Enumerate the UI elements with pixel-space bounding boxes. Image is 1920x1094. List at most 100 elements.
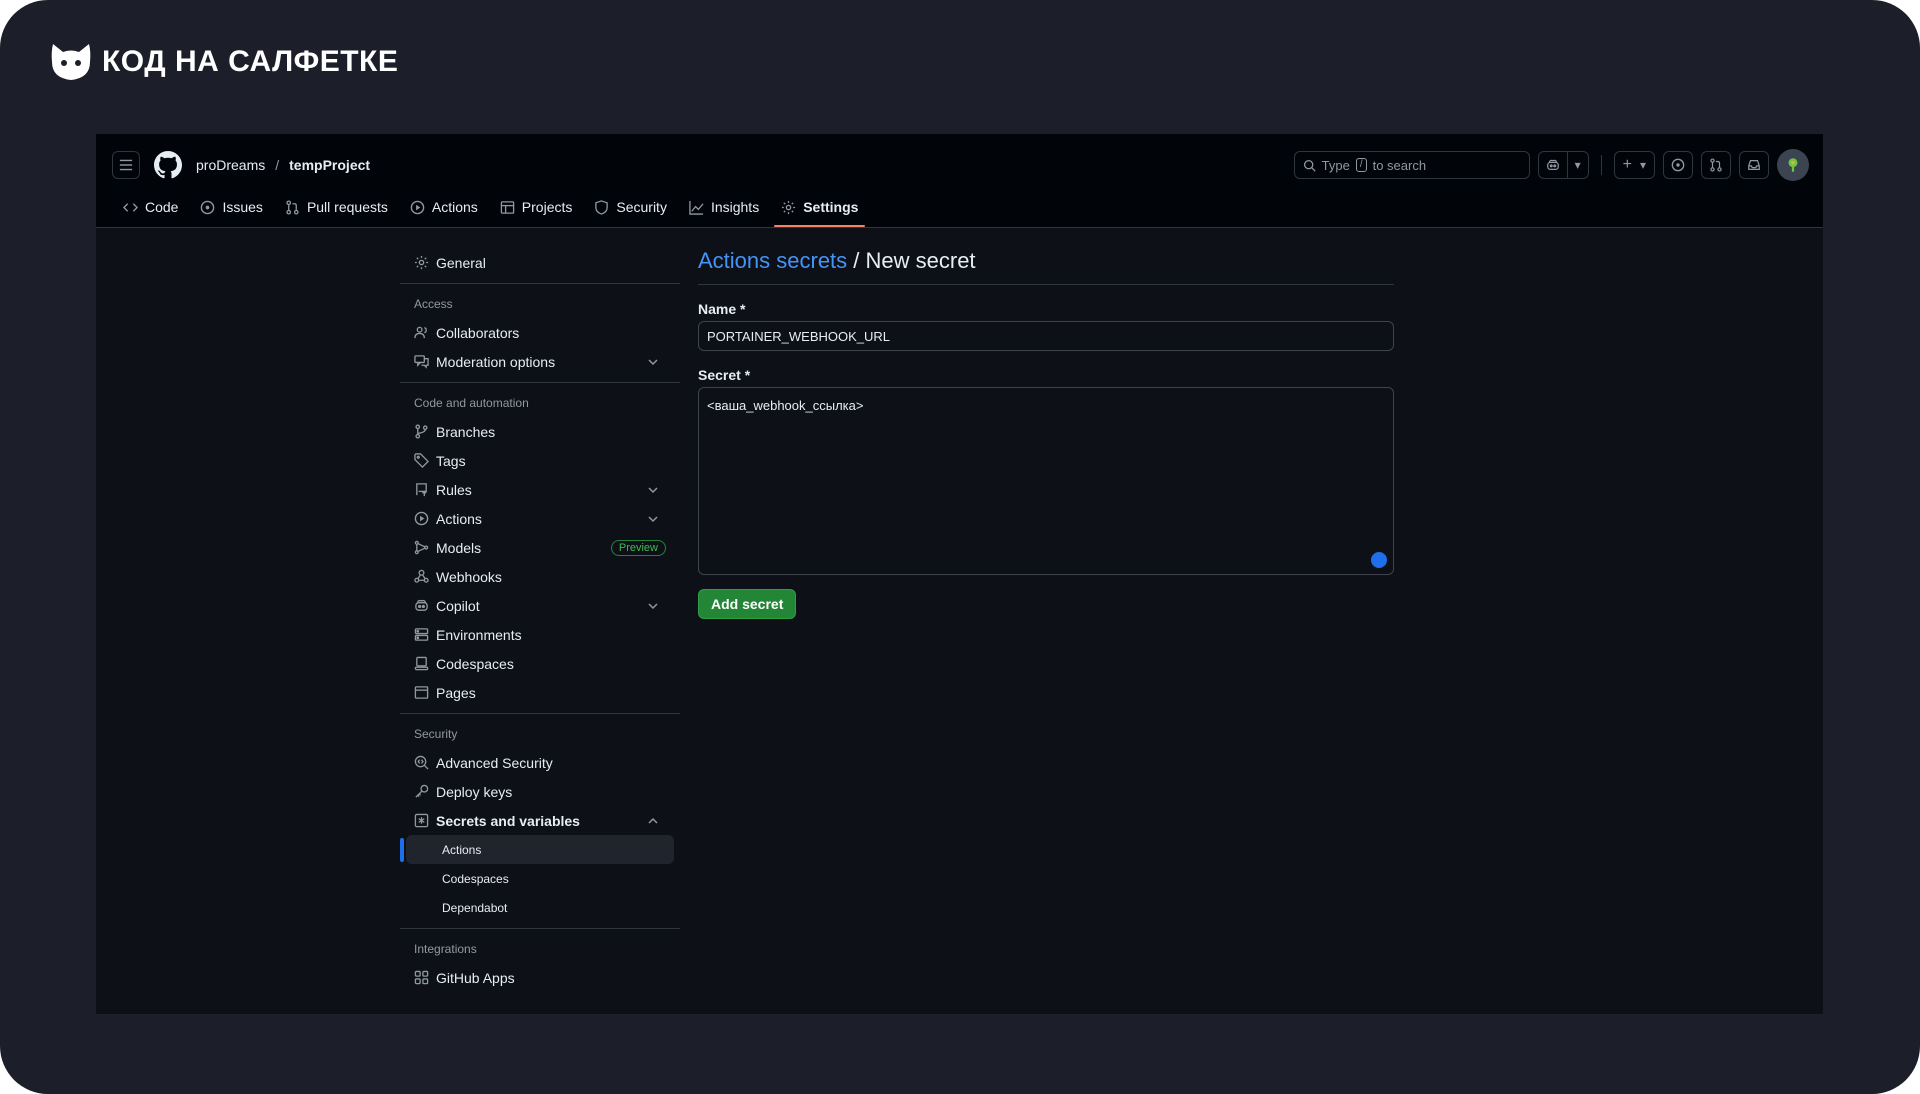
breadcrumb: proDreams / tempProject: [196, 157, 370, 173]
secret-name-input[interactable]: PORTAINER_WEBHOOK_URL: [698, 321, 1394, 351]
tab-settings[interactable]: Settings: [770, 187, 869, 227]
sidebar-item-collaborators[interactable]: Collaborators: [400, 318, 680, 347]
repo-header: proDreams / tempProject Type / to search: [96, 134, 1823, 228]
sidebar-subitem-dependabot[interactable]: Dependabot: [406, 893, 674, 922]
chevron-down-icon: [648, 515, 658, 522]
sidebar-item-label: Collaborators: [436, 324, 520, 341]
create-new-button[interactable]: + ▾: [1613, 151, 1655, 179]
chevron-down-icon: [648, 602, 658, 609]
gear-icon: [782, 200, 796, 214]
tab-pull-requests[interactable]: Pull requests: [274, 187, 399, 227]
codescan-icon: [414, 755, 429, 770]
gear-icon: [414, 255, 429, 270]
actions-secrets-link[interactable]: Actions secrets: [698, 248, 847, 273]
sidebar-item-webhooks[interactable]: Webhooks: [400, 562, 680, 591]
sidebar-item-label: Deploy keys: [436, 783, 513, 800]
tab-insights[interactable]: Insights: [678, 187, 770, 227]
github-logo-icon[interactable]: [154, 151, 182, 179]
pull-request-icon: [1710, 158, 1722, 172]
key-icon: [415, 784, 429, 798]
sidebar-subitem-label: Codespaces: [442, 871, 509, 886]
chevron-down-icon: [648, 358, 658, 365]
secret-value-text: <ваша_webhook_ссылка>: [707, 398, 864, 413]
search-shortcut-key: /: [1355, 158, 1367, 172]
sidebar-item-actions[interactable]: Actions: [400, 504, 680, 533]
search-suffix: to search: [1372, 157, 1427, 173]
browser-screen: proDreams / tempProject Type / to search: [96, 134, 1823, 1014]
sidebar-item-models[interactable]: Models Preview: [400, 533, 680, 562]
tab-security[interactable]: Security: [583, 187, 678, 227]
sidebar-subitem-actions[interactable]: Actions: [400, 835, 674, 864]
outer-frame: КОД НА САЛФЕТКЕ proDreams / tempProject …: [0, 0, 1920, 1094]
selected-indicator: [400, 837, 404, 862]
sidebar-item-label: Models: [436, 539, 482, 556]
webhook-icon: [414, 569, 429, 583]
tab-label: Code: [145, 199, 179, 215]
tab-label: Projects: [521, 199, 573, 215]
preview-badge: Preview: [610, 539, 666, 556]
copilot-button[interactable]: ▾: [1537, 151, 1589, 179]
grammar-check-icon[interactable]: [1371, 552, 1387, 568]
tab-actions[interactable]: Actions: [399, 187, 489, 227]
avatar[interactable]: [1777, 149, 1809, 181]
owner-link[interactable]: proDreams: [196, 157, 265, 173]
code-icon: [123, 202, 138, 212]
sidebar-item-rules[interactable]: Rules: [400, 475, 680, 504]
pull-requests-button[interactable]: [1701, 151, 1731, 179]
tab-label: Security: [616, 199, 667, 215]
avatar-icon: [1788, 158, 1798, 172]
key-asterisk-icon: [414, 813, 429, 828]
repo-link[interactable]: tempProject: [289, 157, 370, 173]
inbox-icon: [1748, 160, 1760, 170]
add-secret-button[interactable]: Add secret: [698, 589, 797, 619]
sidebar-item-deploy-keys[interactable]: Deploy keys: [400, 777, 680, 806]
tab-label: Issues: [222, 199, 263, 215]
tab-issues[interactable]: Issues: [189, 187, 273, 227]
secret-value-textarea[interactable]: <ваша_webhook_ссылка>: [698, 387, 1394, 575]
sidebar-item-pages[interactable]: Pages: [400, 678, 680, 707]
settings-sidebar: General Access Collaborators Moderation …: [400, 248, 680, 992]
tab-label: Pull requests: [306, 199, 388, 215]
sidebar-item-branches[interactable]: Branches: [400, 417, 680, 446]
issue-icon: [201, 200, 215, 214]
chevron-down-icon: [648, 486, 658, 493]
codespaces-icon: [414, 656, 429, 671]
search-input[interactable]: Type / to search: [1293, 151, 1530, 179]
sidebar-item-label: Codespaces: [436, 655, 514, 672]
sidebar-subitem-codespaces[interactable]: Codespaces: [406, 864, 674, 893]
plus-icon: +: [1622, 156, 1632, 173]
tab-code[interactable]: Code: [112, 187, 189, 227]
sidebar-item-label: Advanced Security: [436, 754, 553, 771]
comment-discussion-icon: [414, 355, 429, 369]
tab-projects[interactable]: Projects: [489, 187, 584, 227]
server-icon: [414, 628, 429, 641]
sidebar-item-label: Environments: [436, 626, 522, 643]
search-icon: [1303, 159, 1316, 172]
sidebar-item-advanced-security[interactable]: Advanced Security: [400, 748, 680, 777]
shield-icon: [595, 199, 609, 215]
sidebar-item-github-apps[interactable]: GitHub Apps: [400, 963, 680, 992]
breadcrumb-separator: /: [275, 157, 280, 173]
sidebar-subitem-label: Dependabot: [442, 900, 508, 915]
sidebar-item-general[interactable]: General: [400, 248, 680, 277]
browser-icon: [414, 686, 429, 699]
sidebar-item-label: Branches: [436, 423, 496, 440]
sidebar-item-codespaces[interactable]: Codespaces: [400, 649, 680, 678]
sidebar-item-environments[interactable]: Environments: [400, 620, 680, 649]
sidebar-item-tags[interactable]: Tags: [400, 446, 680, 475]
issues-button[interactable]: [1663, 151, 1693, 179]
inbox-button[interactable]: [1739, 151, 1769, 179]
new-secret-form: Actions secrets / New secret Name * PORT…: [698, 248, 1394, 619]
brand: КОД НА САЛФЕТКЕ: [50, 42, 398, 82]
sidebar-item-moderation[interactable]: Moderation options: [400, 347, 680, 376]
menu-button[interactable]: [112, 151, 140, 179]
pull-request-icon: [286, 199, 299, 215]
sidebar-item-label: Secrets and variables: [436, 812, 580, 829]
sidebar-item-copilot[interactable]: Copilot: [400, 591, 680, 620]
ai-model-icon: [414, 540, 429, 555]
sidebar-item-secrets-variables[interactable]: Secrets and variables: [400, 806, 680, 835]
graph-icon: [689, 200, 704, 215]
tag-icon: [414, 453, 429, 468]
group-heading-security: Security: [414, 727, 458, 741]
chevron-down-icon[interactable]: ▾: [1568, 152, 1588, 178]
